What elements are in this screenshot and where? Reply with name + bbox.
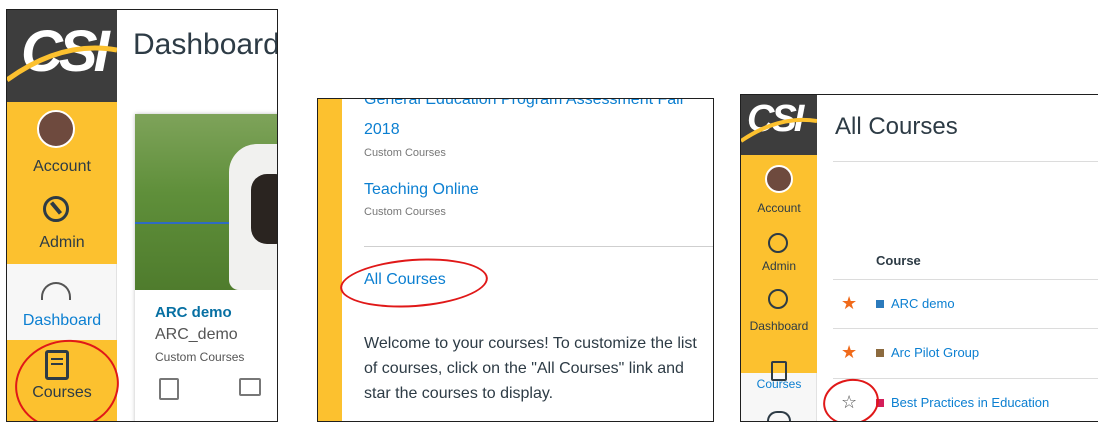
dashboard-icon[interactable] [768, 289, 788, 309]
course-color-swatch [876, 300, 884, 308]
nav-account-label[interactable]: Account [741, 201, 817, 215]
course-link-teaching-online[interactable]: Teaching Online [364, 181, 479, 199]
courses-icon[interactable] [45, 350, 69, 380]
course-link-gen-ed-year[interactable]: 2018 [364, 121, 400, 139]
global-nav: CSI Account Admin Dashboard Courses [741, 95, 817, 421]
course-color-swatch [876, 349, 884, 357]
course-card-title[interactable]: ARC demo [155, 304, 232, 321]
dashboard-icon[interactable] [41, 282, 71, 300]
divider [364, 246, 713, 247]
nav-admin-label[interactable]: Admin [741, 259, 817, 273]
course-card[interactable]: ARC demo ARC_demo Custom Courses [135, 114, 277, 421]
course-card-image[interactable] [135, 114, 277, 290]
course-link-gen-ed[interactable]: General Education Program Assessment Fal… [364, 99, 683, 109]
nav-account-label[interactable]: Account [7, 158, 117, 176]
nav-strip [318, 99, 342, 421]
star-icon[interactable]: ★ [841, 294, 857, 312]
all-courses-link[interactable]: All Courses [364, 271, 446, 289]
course-link-best-practices[interactable]: Best Practices in Education [891, 395, 1049, 410]
course-card-code: ARC_demo [155, 326, 238, 343]
course-term-gen-ed: Custom Courses [364, 147, 446, 159]
nav-courses-label[interactable]: Courses [7, 384, 117, 402]
admin-icon[interactable] [43, 196, 69, 222]
column-header-course[interactable]: Course [876, 253, 921, 268]
avatar[interactable] [765, 165, 793, 193]
course-card-term: Custom Courses [155, 350, 245, 364]
page-title: All Courses [835, 113, 958, 140]
groups-icon[interactable] [767, 411, 791, 421]
course-link-arc-pilot-group[interactable]: Arc Pilot Group [891, 345, 979, 360]
course-link-arc-demo[interactable]: ARC demo [891, 296, 955, 311]
all-courses-panel: CSI Account Admin Dashboard Courses All … [740, 94, 1098, 422]
course-term-teaching-online: Custom Courses [364, 206, 446, 218]
welcome-text: Welcome to your courses! To customize th… [364, 335, 697, 402]
csi-logo[interactable]: CSI [741, 95, 817, 155]
avatar[interactable] [37, 110, 75, 148]
logo-swoosh-icon [741, 117, 817, 143]
table-row: ☆ Best Practices in Education [833, 379, 1098, 421]
table-row: ★ Arc Pilot Group [833, 329, 1098, 379]
page-title: Dashboard [133, 28, 278, 61]
assignments-icon[interactable] [159, 378, 179, 400]
courses-tray-panel: General Education Program Assessment Fal… [317, 98, 714, 422]
nav-courses-label[interactable]: Courses [741, 377, 817, 391]
star-icon[interactable]: ★ [841, 343, 857, 361]
divider [833, 161, 1098, 162]
nav-dashboard-label[interactable]: Dashboard [741, 319, 817, 333]
horse-image [229, 144, 277, 290]
logo-swoosh-icon [7, 45, 117, 83]
dashboard-screenshot-panel: CSI Account Admin Dashboard Courses Dash… [6, 9, 278, 422]
star-outline-icon[interactable]: ☆ [841, 393, 857, 411]
discussions-icon[interactable] [239, 378, 261, 396]
course-color-swatch [876, 399, 884, 407]
table-row: ★ ARC demo [833, 280, 1098, 330]
nav-dashboard-label[interactable]: Dashboard [7, 312, 117, 330]
csi-logo[interactable]: CSI [7, 10, 117, 102]
global-nav: CSI Account Admin Dashboard Courses [7, 10, 117, 421]
nav-admin-label[interactable]: Admin [7, 234, 117, 252]
admin-icon[interactable] [768, 233, 788, 253]
